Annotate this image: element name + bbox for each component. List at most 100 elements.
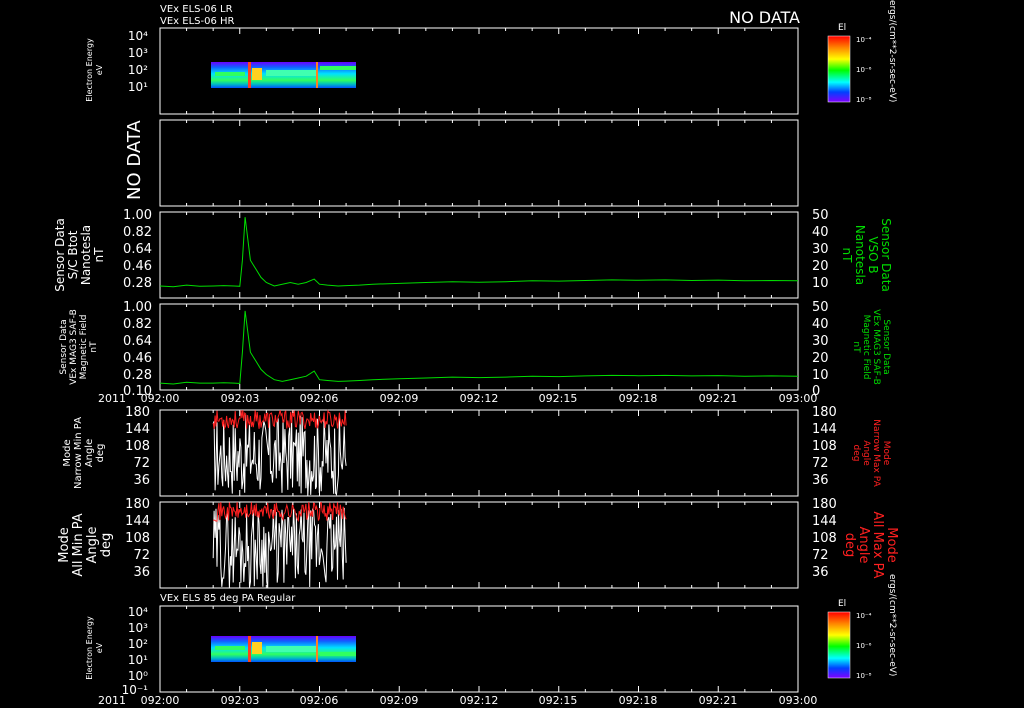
sensor-vso-yticks-left: 1.00 0.82 0.64 0.46 0.28 <box>123 208 152 291</box>
svg-text:Angle: Angle <box>84 439 95 467</box>
ytick-label: 20 <box>812 351 829 366</box>
sensor-mag3-ylabel-left: Sensor Data VEx MAG3 SAF-B Magnetic Fiel… <box>59 309 99 385</box>
pa-all-yticks-right: 180 144 108 72 36 <box>812 497 837 580</box>
svg-text:Mode: Mode <box>884 527 899 562</box>
ytick-label: 36 <box>133 473 150 488</box>
ytick-label: 108 <box>812 439 837 454</box>
svg-text:Sensor Data: Sensor Data <box>53 218 67 292</box>
ytick-label: 30 <box>812 242 829 257</box>
no-data-label: NO DATA <box>124 120 145 200</box>
ytick-label: 0.46 <box>123 259 152 274</box>
panel-pa-narrow-frame <box>159 409 799 497</box>
xtick-label: 092:21 <box>699 694 738 707</box>
sensor-vso-ylabel-right: Sensor Data VSO B Nanotesla nT <box>840 218 893 292</box>
svg-text:Angle: Angle <box>861 440 871 466</box>
svg-text:All Min PA: All Min PA <box>71 513 86 576</box>
spectrogram-bottom-title: VEx ELS 85 deg PA Regular <box>160 593 296 604</box>
xtick-label: 092:15 <box>539 694 578 707</box>
svg-text:10⁻⁶: 10⁻⁶ <box>856 66 872 74</box>
ytick-label: 144 <box>125 422 150 437</box>
spectrogram-top-yticks: 10⁴ 10³ 10² 10¹ <box>128 29 148 94</box>
header-line1: VEx ELS-06 LR <box>160 4 233 15</box>
ytick-label: 108 <box>812 531 837 546</box>
spectrogram-top <box>211 62 356 88</box>
svg-text:10⁻⁶: 10⁻⁶ <box>856 642 872 650</box>
pa-narrow-yticks-left: 180 144 108 72 36 <box>125 405 150 488</box>
colorbar-bottom-unit: ergs/(cm**2-sr-sec-eV) <box>887 574 897 676</box>
colorbar-top-unit: ergs/(cm**2-sr-sec-eV) <box>887 0 897 102</box>
pa-narrow-ylabel-right: Mode Narrow Max PA Angle deg <box>851 419 891 487</box>
spectrogram-bottom <box>211 636 356 662</box>
svg-text:Angle: Angle <box>856 527 871 564</box>
xtick-label: 092:12 <box>460 694 499 707</box>
svg-text:nT: nT <box>89 341 99 353</box>
sensor-vso-yticks-right: 50 40 30 20 10 <box>812 208 829 291</box>
ytick-label: 72 <box>812 548 829 563</box>
svg-text:Nanotesla: Nanotesla <box>853 225 867 285</box>
svg-text:VEx MAG3 SAF-B: VEx MAG3 SAF-B <box>871 309 881 385</box>
colorbar-bottom: El 10⁻⁴ 10⁻⁶ 10⁻⁸ <box>827 599 872 680</box>
ytick-label: 0.82 <box>123 317 152 332</box>
ytick-label: 10¹ <box>128 653 148 667</box>
xtick-label: 092:09 <box>380 392 419 405</box>
header-line2: VEx ELS-06 HR <box>160 16 235 27</box>
xtick-label: 092:06 <box>300 392 339 405</box>
chart-canvas: VEx ELS-06 LR VEx ELS-06 HR NO DATA Elec… <box>53 0 899 707</box>
xtick-label: 092:00 <box>141 694 180 707</box>
ytick-label: 0.64 <box>123 242 152 257</box>
header-no-data: NO DATA <box>729 8 800 27</box>
svg-text:VSO B: VSO B <box>866 236 880 273</box>
svg-text:All Max PA: All Max PA <box>870 511 885 578</box>
spectrogram-top-ylabel: Electron Energy eV <box>85 38 104 102</box>
svg-text:El: El <box>838 23 846 33</box>
svg-text:Angle: Angle <box>85 527 100 564</box>
series-narrow-min-pa-line <box>212 414 347 496</box>
sensor-vso-ylabel-left: Sensor Data S/C Btot Nanotesla nT <box>53 218 106 292</box>
svg-text:nT: nT <box>92 247 106 263</box>
svg-text:S/C Btot: S/C Btot <box>66 230 80 279</box>
svg-text:10⁻⁸: 10⁻⁸ <box>856 96 872 104</box>
svg-text:eV: eV <box>95 64 104 75</box>
svg-text:10⁻⁴: 10⁻⁴ <box>856 36 872 44</box>
svg-text:Sensor Data: Sensor Data <box>881 319 891 374</box>
pa-all-yticks-left: 180 144 108 72 36 <box>125 497 150 580</box>
spectrogram-bottom-ylabel: Electron Energy eV <box>85 616 104 680</box>
ytick-label: 10 <box>812 368 829 383</box>
ytick-label: 72 <box>133 548 150 563</box>
svg-text:Magnetic Field: Magnetic Field <box>861 315 871 380</box>
panel-sensor-vso-frame <box>159 211 799 299</box>
ytick-label: 0.28 <box>123 276 152 291</box>
pa-narrow-yticks-right: 180 144 108 72 36 <box>812 405 837 488</box>
ytick-label: 180 <box>812 497 837 512</box>
svg-text:Sensor Data: Sensor Data <box>59 319 69 374</box>
pa-narrow-ylabel-left: Mode Narrow Min PA Angle deg <box>62 417 106 489</box>
svg-text:VEx MAG3 SAF-B: VEx MAG3 SAF-B <box>69 309 79 385</box>
svg-text:deg: deg <box>851 445 861 462</box>
ytick-label: 0.46 <box>123 351 152 366</box>
sensor-mag3-ylabel-right: Sensor Data VEx MAG3 SAF-B Magnetic Fiel… <box>851 309 891 385</box>
series-all-min-pa-line <box>212 507 347 588</box>
xtick-label: 092:03 <box>221 392 260 405</box>
ytick-label: 50 <box>812 300 829 315</box>
pa-all-ylabel-left: Mode All Min PA Angle deg <box>57 513 114 576</box>
series-mag3-line <box>159 310 799 385</box>
pa-all-ylabel-right: Mode All Max PA Angle deg <box>842 511 899 578</box>
ytick-label: 36 <box>812 473 829 488</box>
svg-text:El: El <box>838 599 846 609</box>
time-axis-year: 2011 <box>98 392 126 405</box>
svg-text:10⁻⁴: 10⁻⁴ <box>856 612 872 620</box>
sensor-mag3-yticks-left: 1.00 0.82 0.64 0.46 0.28 0.10 <box>123 300 152 399</box>
ytick-label: 36 <box>133 565 150 580</box>
ytick-label: 10⁴ <box>128 605 148 619</box>
time-axis-upper: 2011 092:00 092:03 092:06 092:09 092:12 … <box>98 392 817 405</box>
svg-text:Sensor Data: Sensor Data <box>879 218 893 292</box>
svg-text:nT: nT <box>851 341 861 353</box>
xtick-label: 092:06 <box>300 694 339 707</box>
ytick-label: 40 <box>812 225 829 240</box>
ytick-label: 144 <box>812 514 837 529</box>
ytick-label: 10¹ <box>128 80 148 94</box>
ytick-label: 0.82 <box>123 225 152 240</box>
sensor-mag3-yticks-right: 50 40 30 20 10 0 <box>812 300 829 399</box>
series-all-max-pa-line <box>213 501 347 522</box>
xtick-label: 092:21 <box>699 392 738 405</box>
